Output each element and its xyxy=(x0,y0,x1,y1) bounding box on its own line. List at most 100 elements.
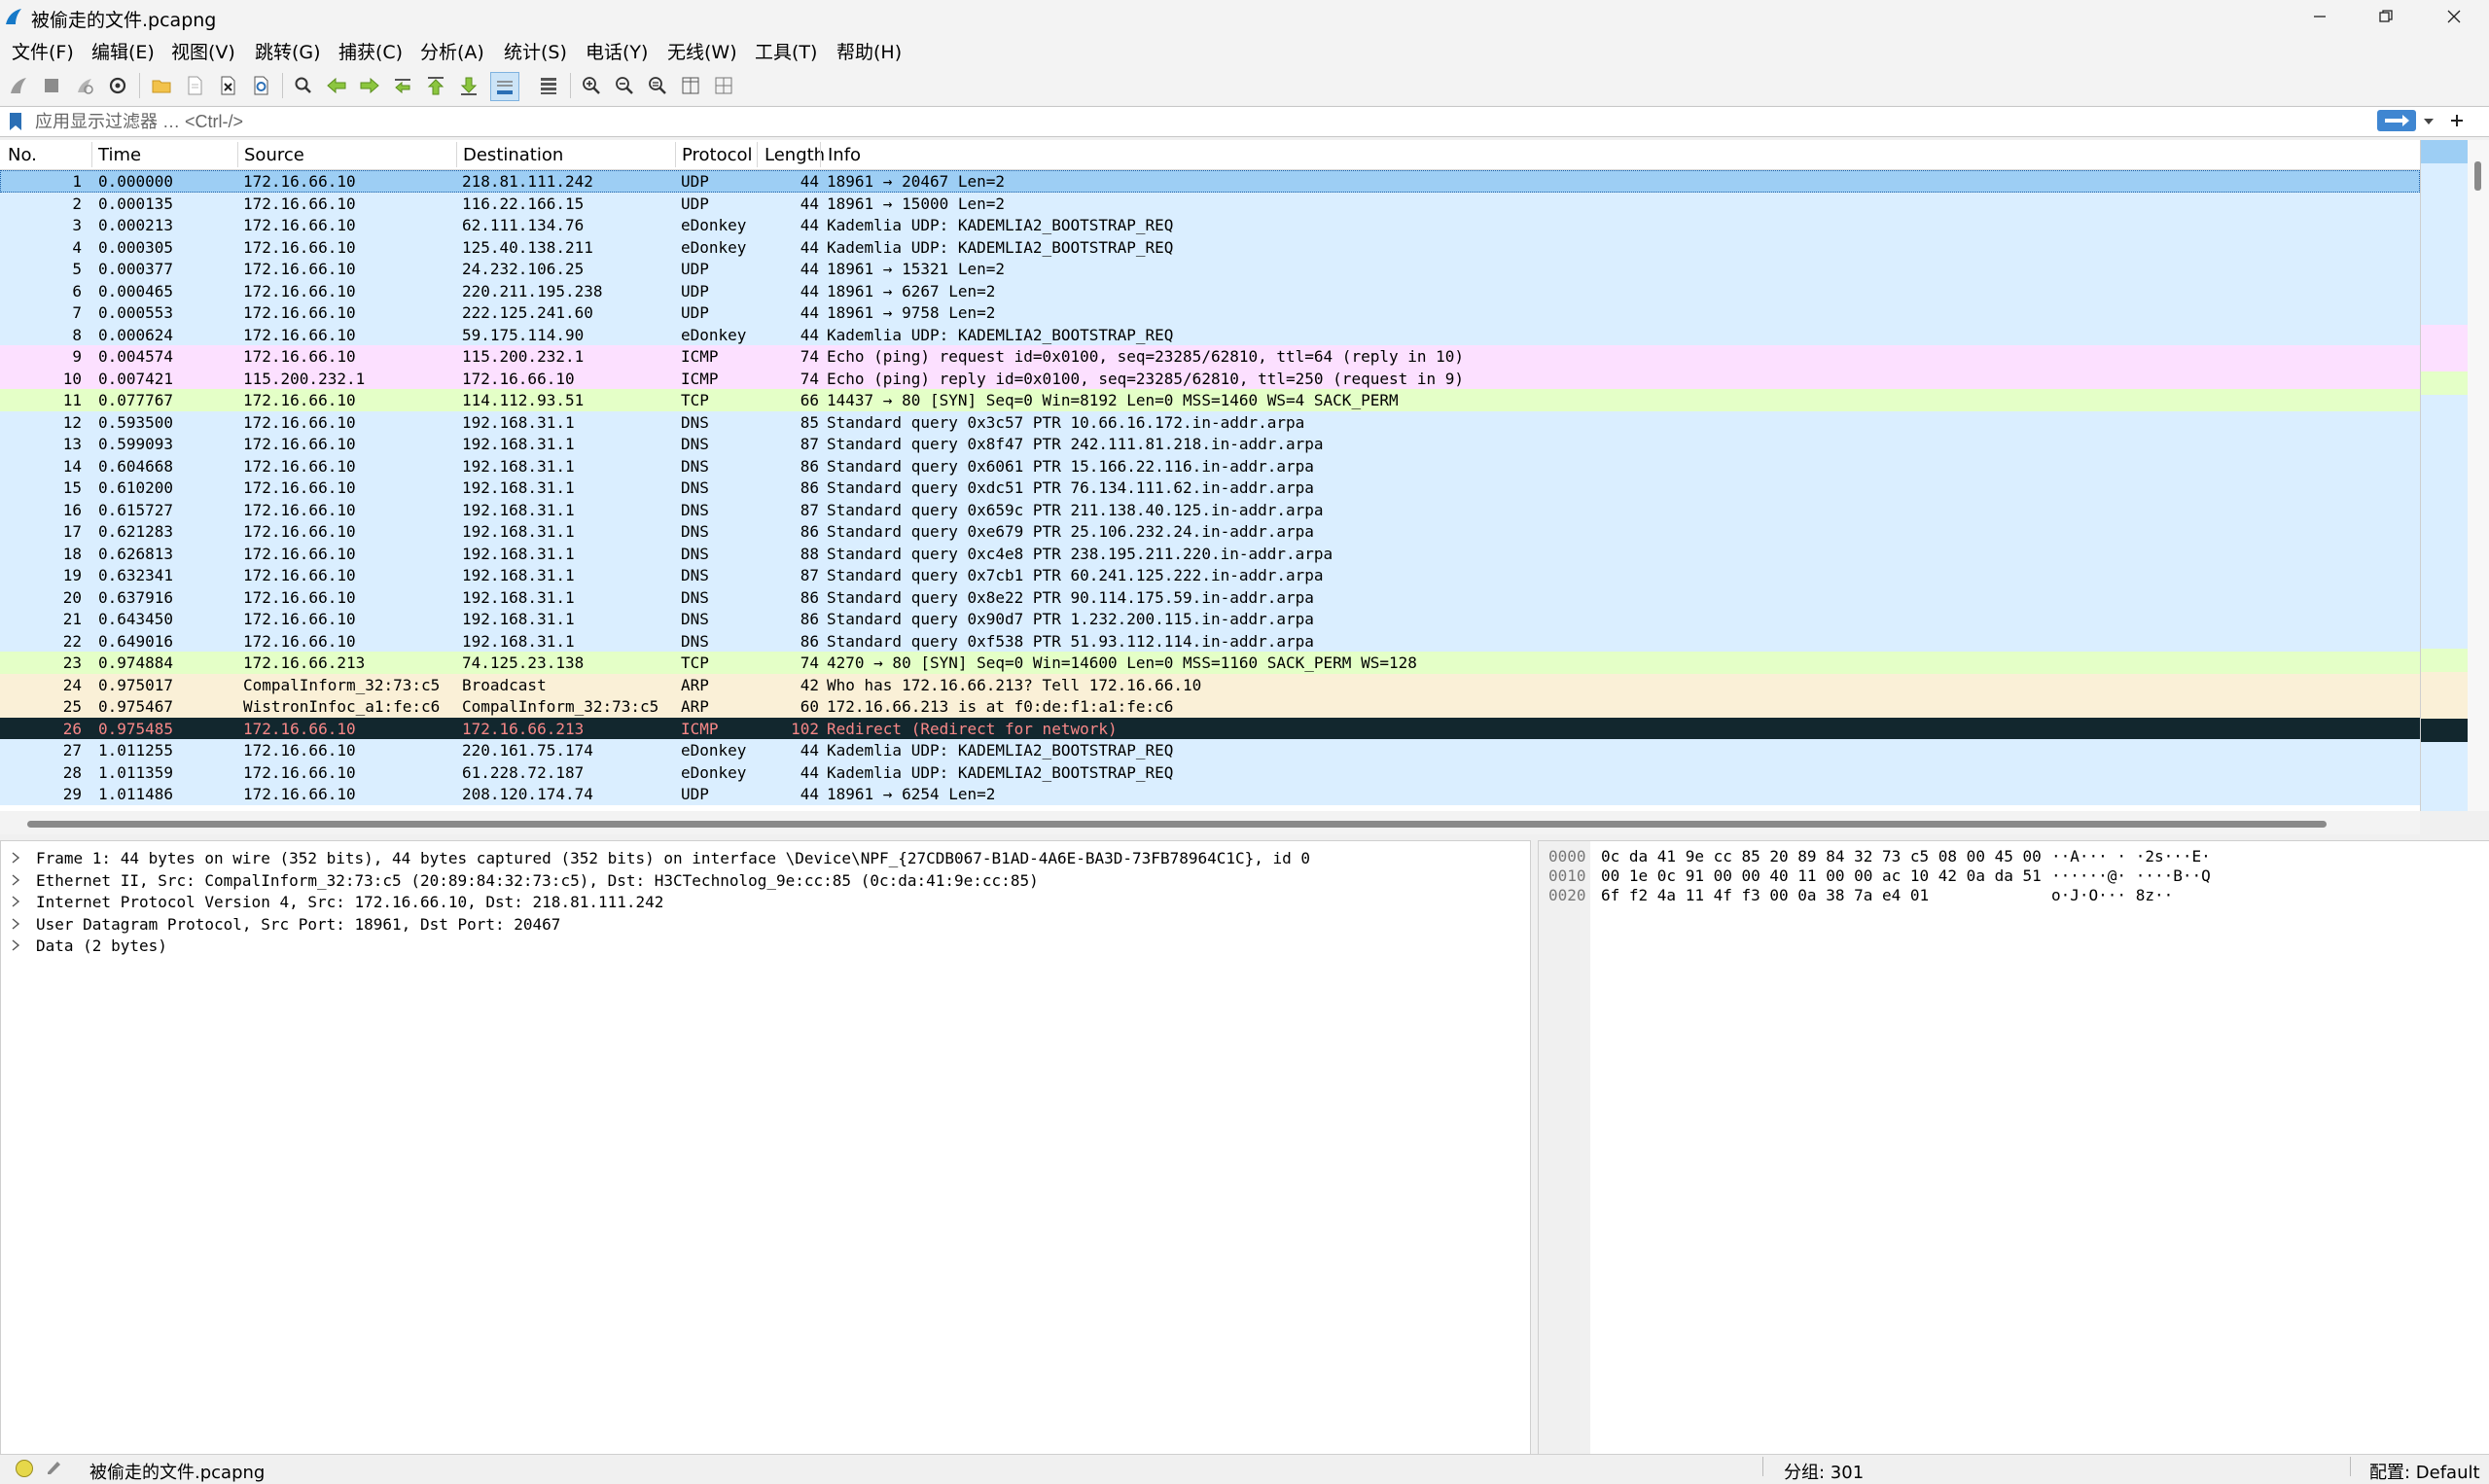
packet-bytes-pane[interactable]: 0000 0c da 41 9e cc 85 20 89 84 32 73 c5… xyxy=(1538,840,2489,1455)
column-divider[interactable] xyxy=(456,142,457,167)
last-packet-button[interactable] xyxy=(455,72,482,99)
packet-row[interactable]: 18 0.626813 172.16.66.10 192.168.31.1 DNS 88 S… xyxy=(0,542,2420,564)
scrollbar-thumb[interactable] xyxy=(2474,161,2481,191)
find-packet-button[interactable] xyxy=(290,72,317,99)
display-filter-input[interactable] xyxy=(33,109,2371,134)
menu-go[interactable]: 跳转(G) xyxy=(251,36,325,66)
zoom-reset-button[interactable] xyxy=(644,72,671,99)
menu-help[interactable]: 帮助(H) xyxy=(833,36,906,66)
detail-row-frame[interactable]: Frame 1: 44 bytes on wire (352 bits), 44… xyxy=(1,847,1530,869)
stop-capture-button[interactable] xyxy=(38,72,65,99)
edit-comment-icon[interactable] xyxy=(45,1458,64,1475)
restore-button[interactable] xyxy=(2352,0,2420,32)
menu-tools[interactable]: 工具(T) xyxy=(751,36,821,66)
packet-list-vertical-scrollbar[interactable] xyxy=(2468,140,2489,811)
chevron-right-icon[interactable] xyxy=(11,917,20,931)
minimize-button[interactable] xyxy=(2286,0,2354,32)
capture-options-button[interactable] xyxy=(104,72,131,99)
packet-row[interactable]: 15 0.610200 172.16.66.10 192.168.31.1 DNS 86 S… xyxy=(0,477,2420,499)
packet-row[interactable]: 6 0.000465 172.16.66.10 220.211.195.238 UDP 4… xyxy=(0,279,2420,301)
packet-row[interactable]: 7 0.000553 172.16.66.10 222.125.241.60 UDP 44… xyxy=(0,301,2420,324)
chevron-right-icon[interactable] xyxy=(11,851,20,865)
detail-row-data[interactable]: Data (2 bytes) xyxy=(1,935,1530,957)
go-forward-button[interactable] xyxy=(356,72,383,99)
status-profile[interactable]: 配置: Default xyxy=(2369,1459,2480,1484)
column-divider[interactable] xyxy=(675,142,676,167)
packet-row[interactable]: 1 0.000000 172.16.66.10 218.81.111.242 UDP 44… xyxy=(0,170,2420,193)
packet-row[interactable]: 14 0.604668 172.16.66.10 192.168.31.1 DNS 86 S… xyxy=(0,454,2420,477)
packet-row[interactable]: 21 0.643450 172.16.66.10 192.168.31.1 DNS 86 S… xyxy=(0,608,2420,630)
packet-row[interactable]: 29 1.011486 172.16.66.10 208.120.174.74 UDP 4… xyxy=(0,783,2420,805)
apply-filter-button[interactable] xyxy=(2377,110,2416,131)
menu-file[interactable]: 文件(F) xyxy=(8,36,78,66)
go-back-button[interactable] xyxy=(323,72,350,99)
autoscroll-button[interactable] xyxy=(490,72,519,101)
close-button[interactable] xyxy=(2420,0,2488,32)
menu-capture[interactable]: 捕获(C) xyxy=(335,36,407,66)
chevron-right-icon[interactable] xyxy=(11,895,20,908)
colorize-button[interactable] xyxy=(535,72,562,99)
chevron-right-icon[interactable] xyxy=(11,873,20,887)
close-file-button[interactable] xyxy=(214,72,241,99)
packet-row[interactable]: 24 0.975017 CompalInform_32:73:c5 Broadcast… xyxy=(0,673,2420,695)
packet-row[interactable]: 16 0.615727 172.16.66.10 192.168.31.1 DNS 87 S… xyxy=(0,498,2420,520)
column-divider[interactable] xyxy=(820,142,821,167)
go-to-packet-button[interactable] xyxy=(389,72,416,99)
packet-row[interactable]: 17 0.621283 172.16.66.10 192.168.31.1 DNS 86 S… xyxy=(0,520,2420,543)
menu-edit[interactable]: 编辑(E) xyxy=(88,36,159,66)
packet-row[interactable]: 13 0.599093 172.16.66.10 192.168.31.1 DNS 87 S… xyxy=(0,433,2420,455)
detail-row-ethernet[interactable]: Ethernet II, Src: CompalInform_32:73:c5 … xyxy=(1,869,1530,892)
packet-row[interactable]: 28 1.011359 172.16.66.10 61.228.72.187 eDonk… xyxy=(0,760,2420,783)
first-packet-button[interactable] xyxy=(422,72,449,99)
chevron-right-icon[interactable] xyxy=(11,938,20,952)
save-file-button[interactable] xyxy=(181,72,208,99)
packet-list-horizontal-scrollbar[interactable] xyxy=(0,811,2420,834)
packet-row[interactable]: 19 0.632341 172.16.66.10 192.168.31.1 DNS 87 S… xyxy=(0,564,2420,586)
column-header-info[interactable]: Info xyxy=(828,145,861,165)
column-divider[interactable] xyxy=(237,142,238,167)
packet-row[interactable]: 5 0.000377 172.16.66.10 24.232.106.25 UDP 44 1… xyxy=(0,258,2420,280)
layout-button[interactable] xyxy=(710,72,737,99)
packet-row[interactable]: 12 0.593500 172.16.66.10 192.168.31.1 DNS 85 S… xyxy=(0,410,2420,433)
packet-row[interactable]: 2 0.000135 172.16.66.10 116.22.166.15 UDP 44 1… xyxy=(0,192,2420,214)
bookmark-icon[interactable] xyxy=(8,112,23,131)
packet-row[interactable]: 25 0.975467 WistronInfoc_a1:fe:c6 CompalInf… xyxy=(0,695,2420,718)
menu-analyze[interactable]: 分析(A) xyxy=(416,36,488,66)
column-header-protocol[interactable]: Protocol xyxy=(682,145,753,165)
resize-columns-button[interactable] xyxy=(677,72,704,99)
packet-row[interactable]: 23 0.974884 172.16.66.213 74.125.23.138 TCP 7… xyxy=(0,652,2420,674)
menu-view[interactable]: 视图(V) xyxy=(167,36,239,66)
packet-row[interactable]: 8 0.000624 172.16.66.10 59.175.114.90 eDonke… xyxy=(0,323,2420,345)
detail-row-ipv4[interactable]: Internet Protocol Version 4, Src: 172.16… xyxy=(1,891,1530,913)
packet-row[interactable]: 4 0.000305 172.16.66.10 125.40.138.211 eDonk… xyxy=(0,235,2420,258)
packet-row[interactable]: 20 0.637916 172.16.66.10 192.168.31.1 DNS 86 S… xyxy=(0,585,2420,608)
packet-row[interactable]: 10 0.007421 115.200.232.1 172.16.66.10 ICMP 7… xyxy=(0,367,2420,389)
reload-file-button[interactable] xyxy=(247,72,274,99)
expert-info-indicator[interactable] xyxy=(16,1460,33,1477)
packet-row[interactable]: 3 0.000213 172.16.66.10 62.111.134.76 eDonke… xyxy=(0,214,2420,236)
zoom-out-button[interactable] xyxy=(611,72,638,99)
column-divider[interactable] xyxy=(757,142,758,167)
packet-minimap[interactable] xyxy=(2420,140,2468,811)
packet-row[interactable]: 26 0.975485 172.16.66.10 172.16.66.213 ICMP 1… xyxy=(0,717,2420,739)
column-header-source[interactable]: Source xyxy=(244,145,304,165)
menu-wireless[interactable]: 无线(W) xyxy=(663,36,741,66)
column-header-time[interactable]: Time xyxy=(98,145,141,165)
plus-icon[interactable] xyxy=(2449,113,2465,128)
scrollbar-thumb[interactable] xyxy=(27,821,2327,828)
zoom-in-button[interactable] xyxy=(578,72,605,99)
packet-row[interactable]: 22 0.649016 172.16.66.10 192.168.31.1 DNS 86 S… xyxy=(0,629,2420,652)
open-file-button[interactable] xyxy=(148,72,175,99)
column-divider[interactable] xyxy=(91,142,92,167)
packet-row[interactable]: 9 0.004574 172.16.66.10 115.200.232.1 ICMP 74… xyxy=(0,345,2420,368)
column-header-no[interactable]: No. xyxy=(8,145,37,165)
column-header-destination[interactable]: Destination xyxy=(463,145,563,165)
detail-row-udp[interactable]: User Datagram Protocol, Src Port: 18961,… xyxy=(1,913,1530,936)
menu-statistics[interactable]: 统计(S) xyxy=(500,36,571,66)
chevron-down-icon[interactable] xyxy=(2422,115,2436,128)
column-header-length[interactable]: Length xyxy=(764,145,825,165)
menu-telephony[interactable]: 电话(Y) xyxy=(582,36,652,66)
start-capture-button[interactable] xyxy=(5,72,32,99)
packet-row[interactable]: 27 1.011255 172.16.66.10 220.161.75.174 eDon… xyxy=(0,739,2420,761)
packet-row[interactable]: 11 0.077767 172.16.66.10 114.112.93.51 TCP 66… xyxy=(0,389,2420,411)
